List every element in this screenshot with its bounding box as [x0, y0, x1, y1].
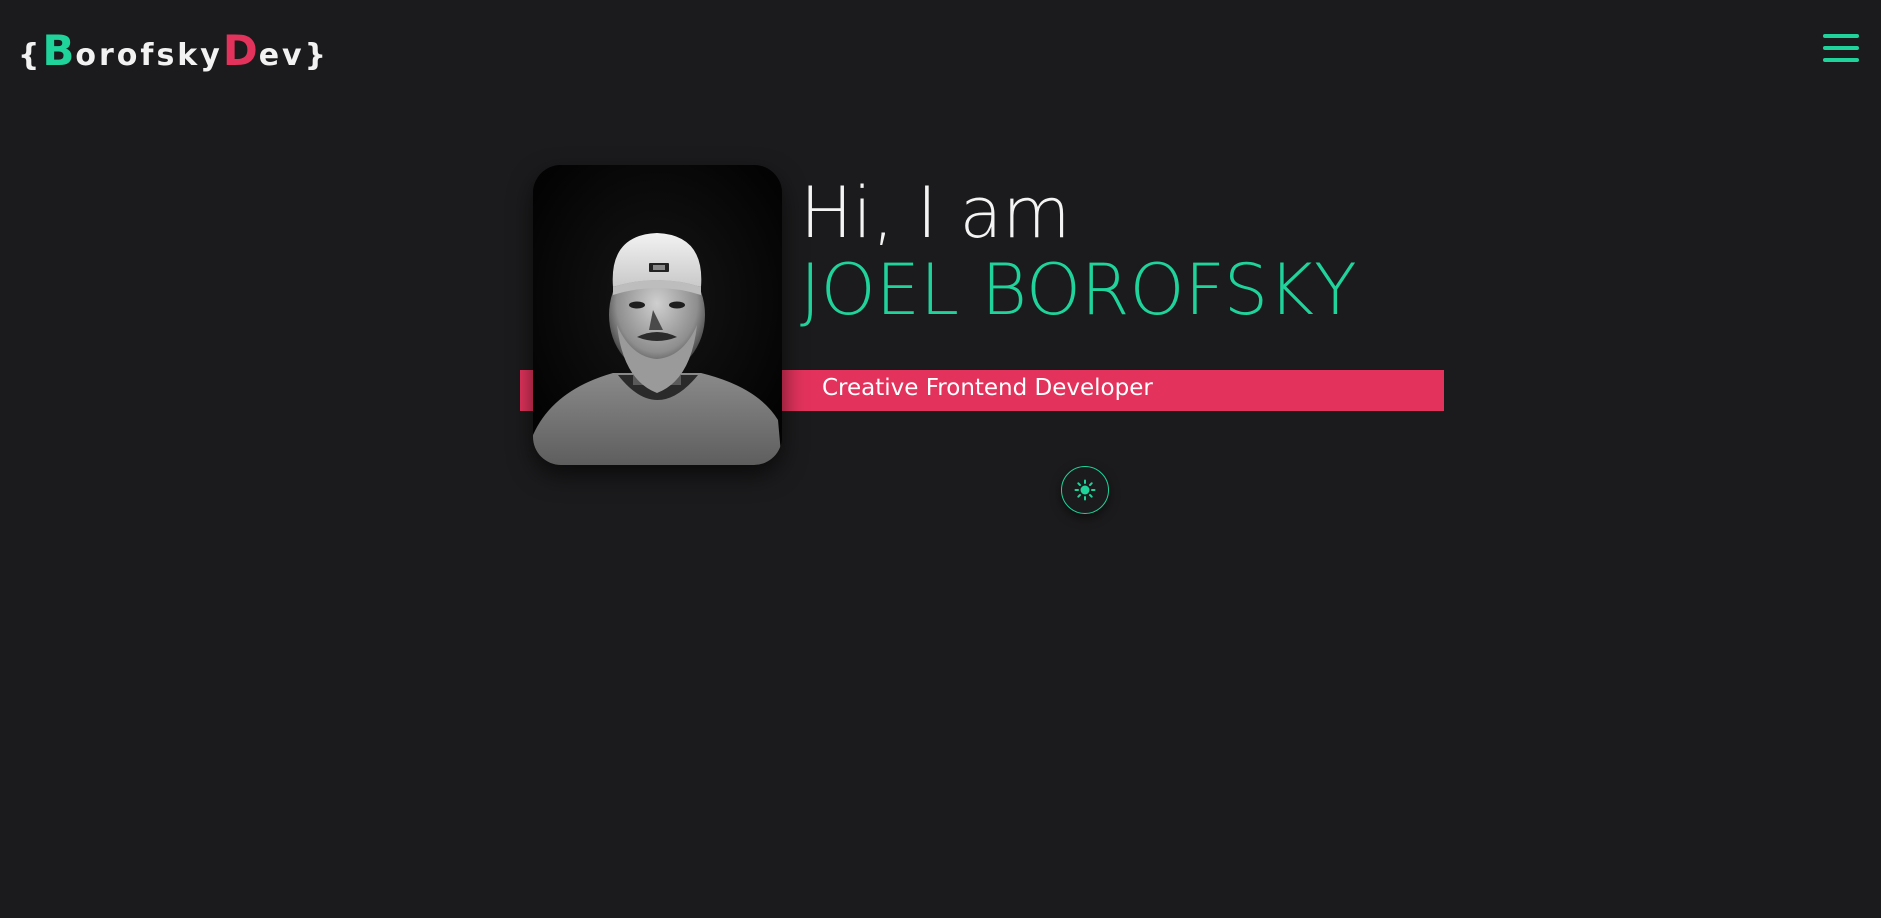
- hero-name: JOEL BOROFSKY: [800, 249, 1357, 331]
- menu-line: [1823, 58, 1859, 62]
- hamburger-menu-icon[interactable]: [1823, 34, 1859, 62]
- logo-close-brace: }: [304, 38, 329, 73]
- profile-photo: [533, 165, 782, 465]
- theme-toggle-button[interactable]: [1061, 466, 1109, 514]
- logo-text-orofsky: orofsky: [75, 38, 223, 73]
- logo-letter-b: B: [42, 26, 76, 75]
- logo-open-brace: {: [18, 38, 43, 73]
- menu-line: [1823, 34, 1859, 38]
- site-logo[interactable]: { B orofsky D ev }: [18, 26, 329, 75]
- logo-text-ev: ev: [258, 38, 305, 73]
- portrait-illustration: [533, 165, 782, 465]
- page: { B orofsky D ev } Hi, I am JOEL BOROFSK…: [0, 0, 1881, 918]
- sun-icon: [1074, 479, 1096, 501]
- hero-role: Creative Frontend Developer: [822, 375, 1153, 401]
- logo-letter-d: D: [222, 26, 259, 75]
- menu-line: [1823, 46, 1859, 50]
- hero-greeting: Hi, I am: [800, 172, 1071, 254]
